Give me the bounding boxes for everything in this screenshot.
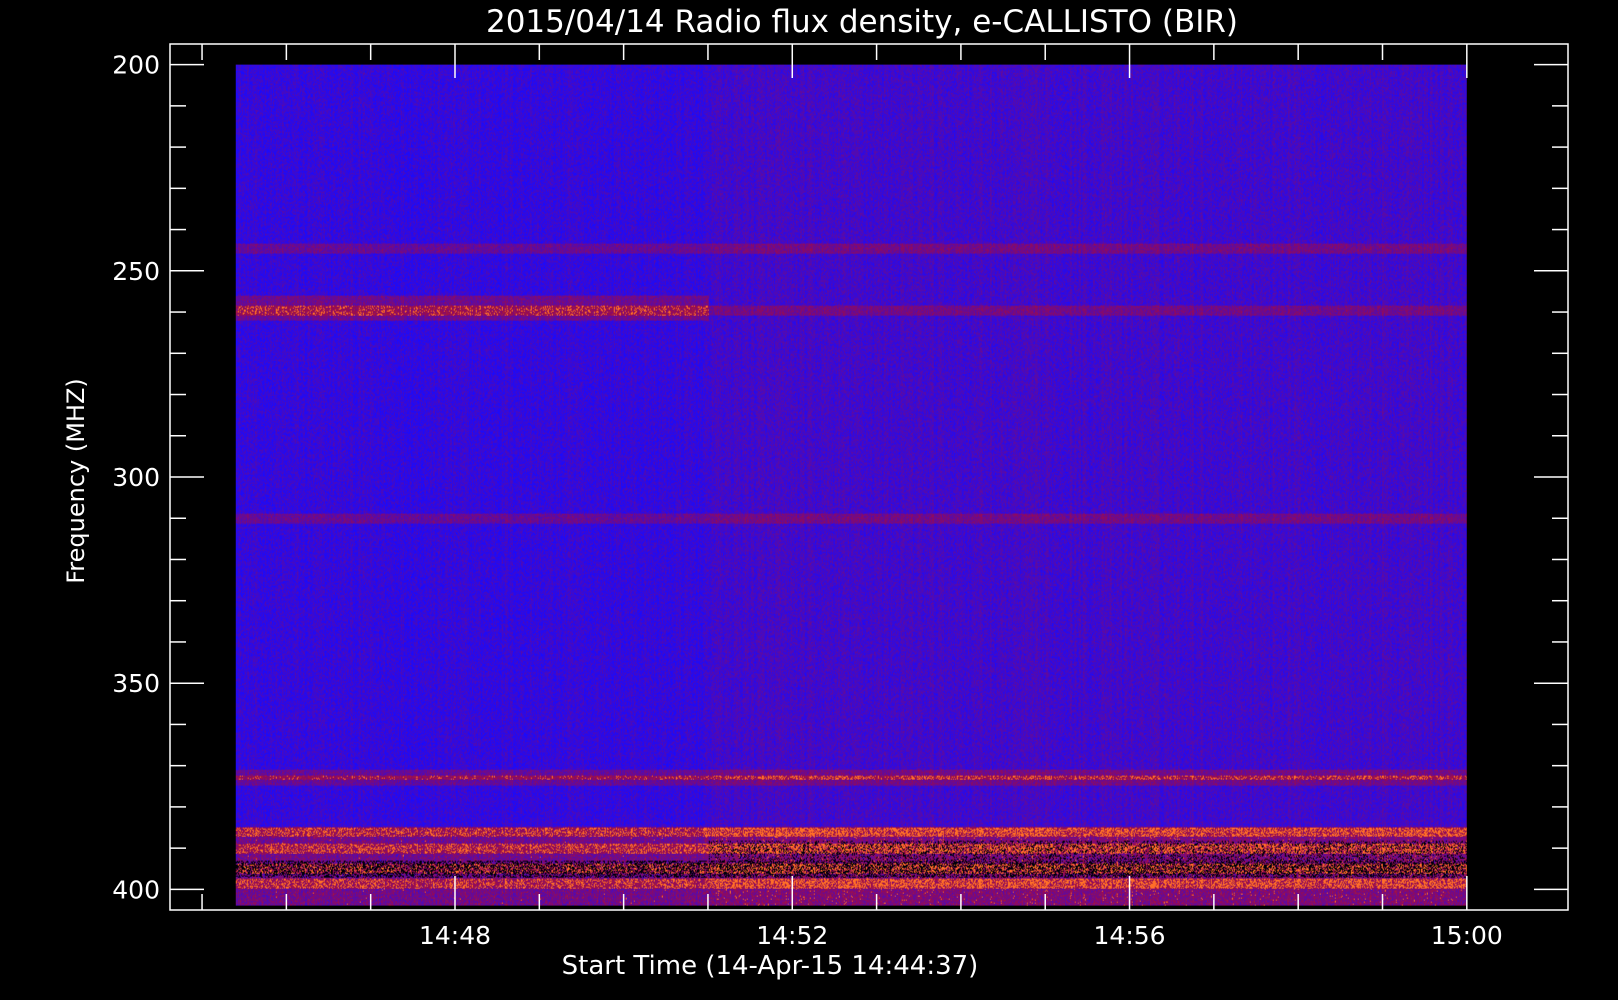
spectrogram-chart: 2015/04/14 Radio flux density, e-CALLIST… [0, 0, 1618, 1000]
x-tick-label: 14:56 [1094, 921, 1166, 950]
y-tick-label: 250 [112, 257, 160, 286]
x-tick-label: 14:52 [756, 921, 828, 950]
y-tick-label: 350 [112, 669, 160, 698]
y-tick-label: 300 [112, 463, 160, 492]
y-tick-label: 400 [112, 875, 160, 904]
y-tick-label: 200 [112, 51, 160, 80]
x-axis-label: Start Time (14-Apr-15 14:44:37) [562, 951, 979, 981]
spectrogram-image [235, 64, 1467, 906]
spectrogram-data [235, 64, 1467, 906]
x-tick-label: 14:48 [419, 921, 491, 950]
x-tick-label: 15:00 [1431, 921, 1503, 950]
y-axis-label: Frequency (MHZ) [62, 378, 90, 584]
chart-title: 2015/04/14 Radio flux density, e-CALLIST… [486, 4, 1238, 40]
